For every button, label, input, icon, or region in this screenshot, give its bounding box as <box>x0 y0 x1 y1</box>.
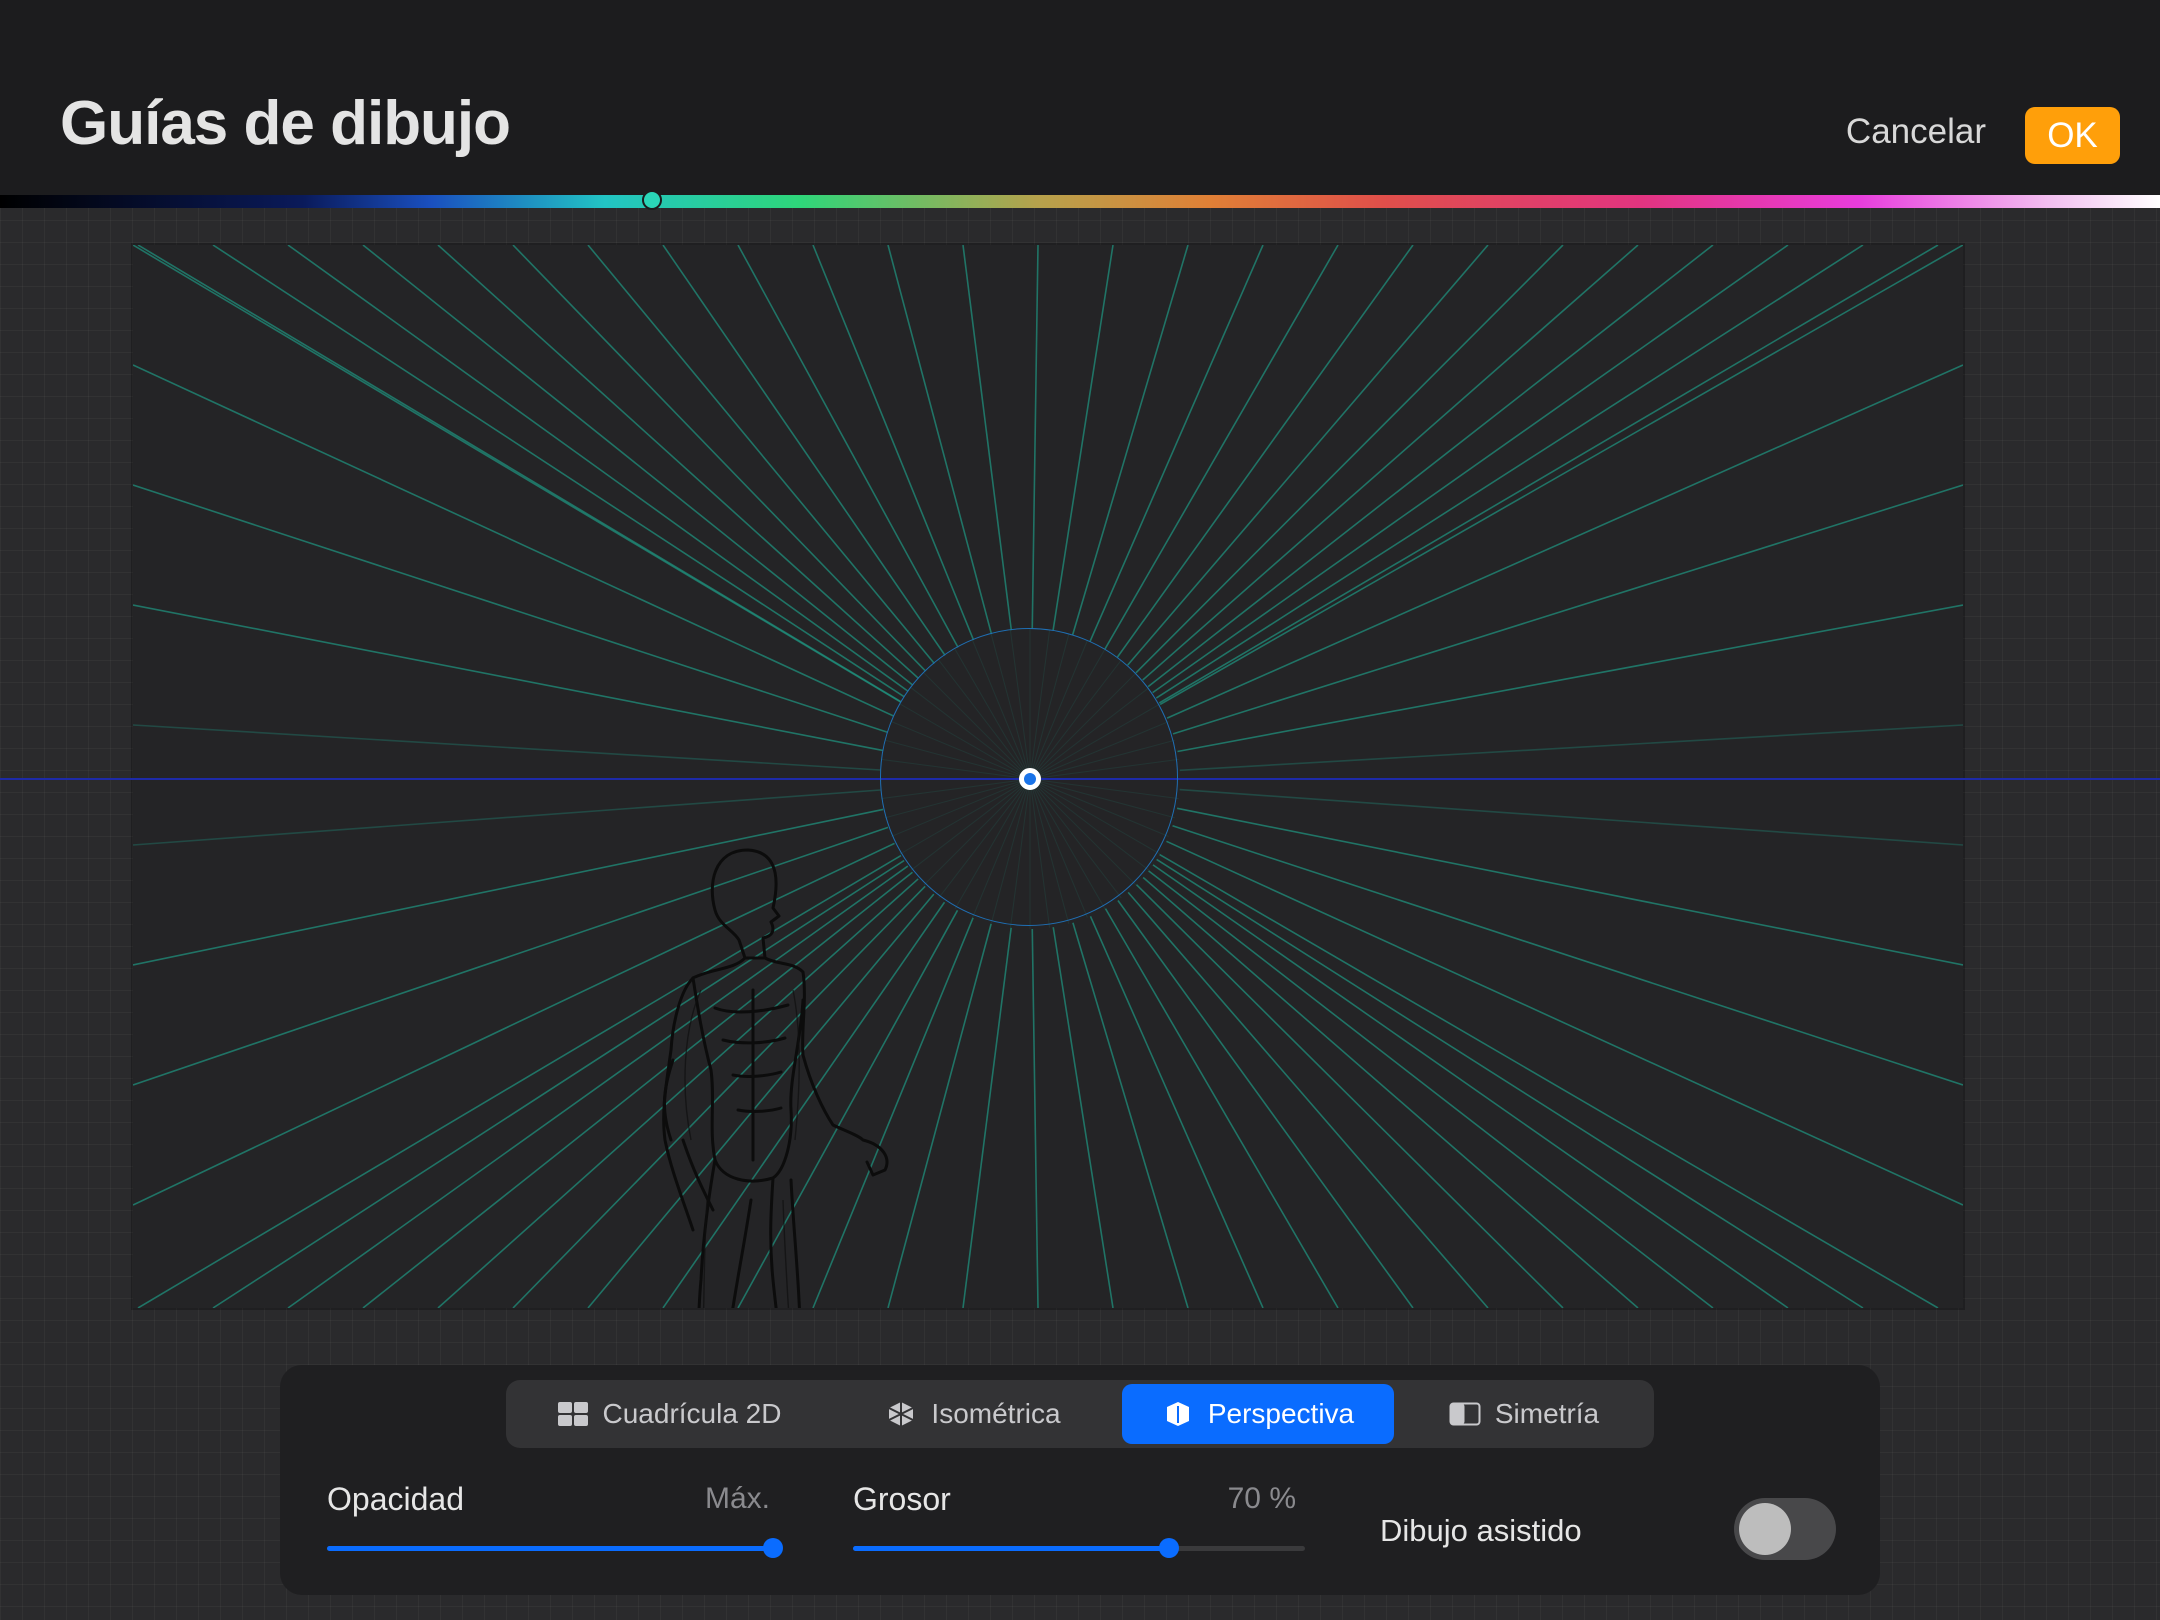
toggle-thumb <box>1739 1503 1791 1555</box>
perspective-guide-line <box>1155 245 1864 699</box>
opacity-slider-fill <box>327 1546 773 1551</box>
perspective-guide-line <box>1172 824 1963 1086</box>
perspective-guide-line <box>1072 922 1189 1308</box>
perspective-guide-line <box>1089 915 1264 1308</box>
perspective-guide-line <box>1179 724 1963 772</box>
symmetry-icon <box>1449 1402 1481 1426</box>
perspective-guide-line <box>962 245 1013 631</box>
tab-label: Isométrica <box>931 1398 1061 1429</box>
assisted-drawing-toggle[interactable] <box>1734 1498 1836 1560</box>
perspective-guide-line <box>1089 245 1264 642</box>
perspective-guide-line <box>1152 864 1789 1308</box>
perspective-guide-line <box>1166 364 1963 719</box>
guide-type-selector: Cuadrícula 2D Isométrica Perspectiva Sim… <box>506 1380 1654 1448</box>
page-title: Guías de dibujo <box>60 89 511 158</box>
tab-label: Perspectiva <box>1207 1398 1355 1429</box>
tab-2d-grid[interactable]: Cuadrícula 2D <box>510 1384 828 1444</box>
opacity-slider-knob[interactable] <box>763 1538 783 1558</box>
ok-button[interactable]: OK <box>2025 107 2120 164</box>
perspective-guide-line <box>1152 245 1789 694</box>
color-hue-slider[interactable] <box>0 195 2160 208</box>
perspective-guide-line <box>1104 245 1339 650</box>
tab-label: Cuadrícula 2D <box>602 1398 782 1429</box>
perspective-guide-line <box>1179 788 1963 846</box>
assisted-drawing-label: Dibujo asistido <box>1380 1513 1582 1548</box>
perspective-guide-line <box>437 245 920 680</box>
figure-sketch <box>662 848 889 1308</box>
thickness-value: 70 % <box>1227 1482 1296 1515</box>
perspective-guide-line <box>1176 807 1963 966</box>
perspective-guide-line <box>1127 245 1489 666</box>
opacity-label: Opacidad <box>327 1481 464 1517</box>
perspective-guide-line <box>1031 245 1039 630</box>
perspective-guide-line <box>587 245 935 664</box>
perspective-guide-line <box>1156 858 1864 1308</box>
perspective-cube-icon <box>1166 1402 1189 1426</box>
opacity-value: Máx. <box>704 1482 770 1515</box>
perspective-guide-line <box>1142 245 1639 681</box>
tab-perspective[interactable]: Perspectiva <box>1122 1384 1394 1444</box>
perspective-guide-line <box>737 245 959 648</box>
tab-label: Simetría <box>1494 1398 1600 1429</box>
perspective-guide-line <box>1158 245 1939 704</box>
perspective-guide-line <box>133 245 902 703</box>
perspective-guide-line <box>362 245 914 686</box>
thickness-slider[interactable] <box>853 1538 1305 1558</box>
perspective-guide-line <box>662 245 946 656</box>
perspective-guide-line <box>1052 245 1114 631</box>
perspective-guide-line <box>287 245 909 693</box>
hue-slider-handle[interactable] <box>642 190 662 210</box>
perspective-guide-line <box>133 364 895 717</box>
perspective-guide-line <box>1031 928 1039 1308</box>
perspective-guide-line <box>1159 245 1963 706</box>
perspective-guide-line <box>133 604 883 752</box>
vanishing-point-handle[interactable] <box>1019 768 1041 790</box>
perspective-guide-line <box>1071 245 1189 636</box>
perspective-guide-line <box>1159 853 1939 1308</box>
thickness-label: Grosor <box>853 1481 951 1517</box>
thickness-slider-fill <box>853 1546 1170 1551</box>
perspective-guide-line <box>133 789 881 846</box>
top-bar: Guías de dibujo Cancelar OK <box>0 0 2160 195</box>
perspective-guide-line <box>1135 245 1564 674</box>
perspective-guide-line <box>512 245 927 672</box>
tab-isometric[interactable]: Isométrica <box>828 1384 1118 1444</box>
perspective-guide-line <box>962 927 1012 1308</box>
isometric-cube-icon <box>888 1402 914 1426</box>
perspective-guide-line <box>887 245 993 635</box>
perspective-guide-line <box>1142 876 1639 1308</box>
perspective-guide-line <box>1172 484 1963 735</box>
grid-icon <box>557 1402 588 1426</box>
perspective-guide-line <box>1052 927 1114 1308</box>
cancel-button[interactable]: Cancelar <box>1846 112 1986 152</box>
opacity-slider[interactable] <box>327 1538 783 1558</box>
perspective-guide-line <box>133 724 881 771</box>
perspective-guide-line <box>212 245 905 698</box>
perspective-guide-line <box>1166 840 1963 1206</box>
perspective-guide-line <box>1135 884 1564 1308</box>
tab-symmetry[interactable]: Simetría <box>1398 1384 1650 1444</box>
perspective-guide-line <box>133 484 888 734</box>
